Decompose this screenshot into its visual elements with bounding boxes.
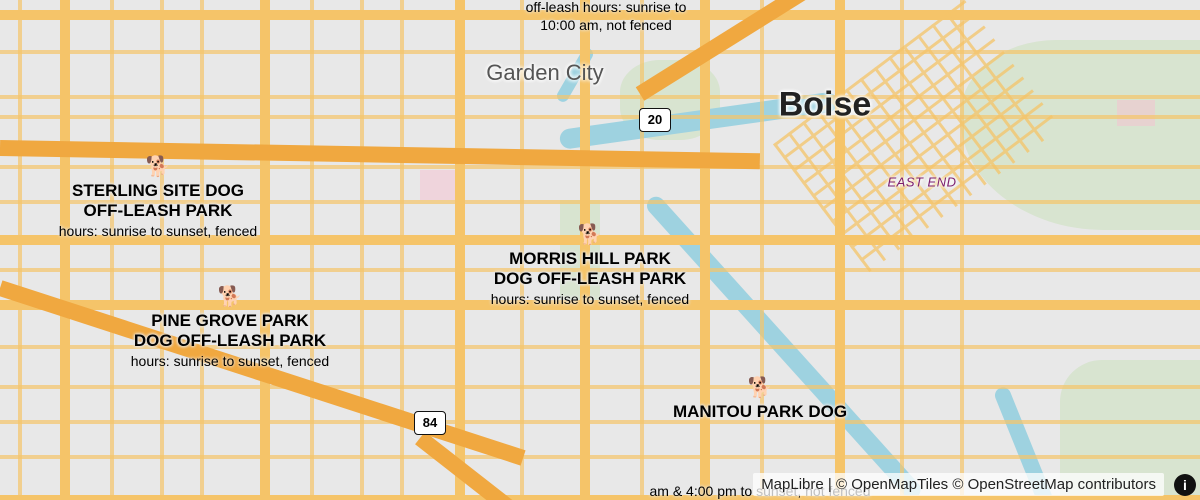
- shield-us20: 20: [639, 108, 671, 132]
- dog-icon[interactable]: 🐕: [578, 222, 603, 247]
- attribution-link-maplibre[interactable]: MapLibre: [761, 476, 824, 493]
- dog-icon[interactable]: 🐕: [218, 284, 243, 309]
- label-city-boise: Boise: [779, 86, 872, 125]
- attribution-bar: MapLibre | © OpenMapTiles © OpenStreetMa…: [753, 473, 1196, 496]
- map-viewport[interactable]: Boise Garden City EAST END 20 84 off-lea…: [0, 0, 1200, 500]
- label-district-east-end: EAST END: [887, 175, 956, 190]
- attribution-text: MapLibre | © OpenMapTiles © OpenStreetMa…: [753, 473, 1164, 496]
- shield-i84: 84: [414, 411, 446, 435]
- label-city-garden-city: Garden City: [486, 60, 603, 86]
- info-icon[interactable]: i: [1174, 474, 1196, 496]
- attribution-link-osm[interactable]: © OpenMapTiles © OpenStreetMap contribut…: [836, 476, 1156, 493]
- dog-icon[interactable]: 🐕: [146, 154, 171, 179]
- dog-icon[interactable]: 🐕: [748, 375, 773, 400]
